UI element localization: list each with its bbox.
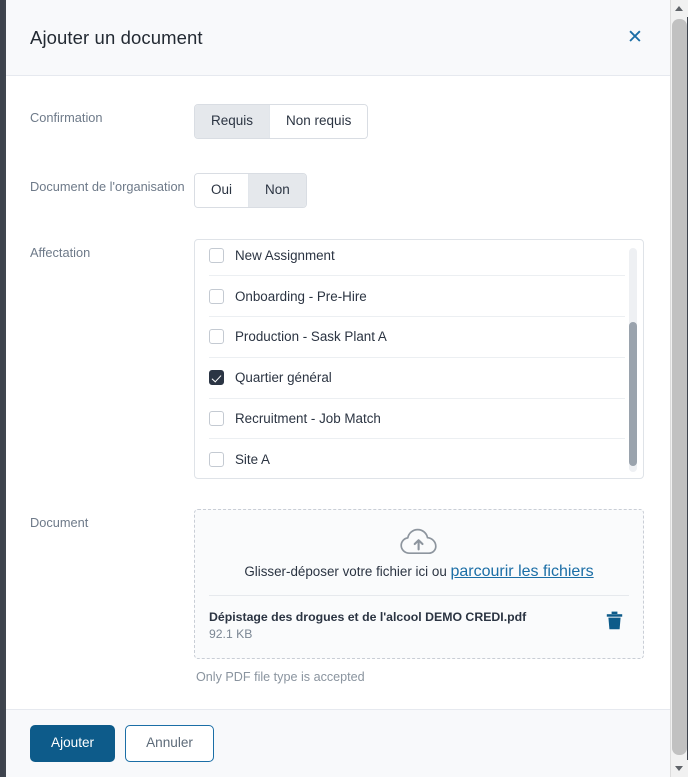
scroll-up-arrow-icon[interactable] [671,0,688,17]
checkbox-icon[interactable] [209,248,224,264]
dialog-header: Ajouter un document ✕ [6,0,670,76]
organisation-document-option-oui[interactable]: Oui [195,173,249,207]
scroll-down-arrow-icon[interactable] [671,760,688,777]
trash-icon-glyph [606,611,623,630]
field-affectation: Affectation New Assignment Onboarding - … [30,238,644,479]
list-item-label: Onboarding - Pre-Hire [235,288,367,304]
checkbox-icon-checked[interactable] [209,370,224,386]
document-label: Document [30,514,89,530]
checkbox-icon[interactable] [209,410,224,426]
dropzone-text: Glisser-déposer votre fichier ici ou [244,563,451,579]
uploaded-file-size: 92.1 KB [209,627,253,642]
triangle-down-icon [675,766,683,771]
affectation-list-scroll-area: New Assignment Onboarding - Pre-Hire Pro… [195,240,643,478]
list-item-label: Quartier général [235,370,332,386]
add-document-dialog: Ajouter un document ✕ Confirmation Requi… [4,0,670,777]
affectation-label: Affectation [30,244,91,260]
cloud-upload-icon [400,528,437,554]
organisation-document-label: Document de l'organisation [30,178,185,194]
list-item[interactable]: Site A [209,439,625,478]
file-type-hint: Only PDF file type is accepted [196,669,365,684]
list-item[interactable]: Quartier général [209,358,625,399]
affectation-list: New Assignment Onboarding - Pre-Hire Pro… [194,238,644,479]
list-item-label: Recruitment - Job Match [235,410,381,426]
affectation-list-scrollbar[interactable] [629,247,637,472]
field-organisation-document: Document de l'organisation Oui Non [30,172,644,208]
uploaded-file-row: Dépistage des drogues et de l'alcool DEM… [209,594,629,644]
close-icon[interactable]: ✕ [622,25,648,51]
document-control: Glisser-déposer votre fichier ici ou par… [194,508,644,684]
scrollbar-thumb[interactable] [629,321,637,466]
affectation-control: New Assignment Onboarding - Pre-Hire Pro… [194,238,644,479]
trash-icon[interactable] [606,609,629,633]
list-item[interactable]: Onboarding - Pre-Hire [209,276,625,318]
dialog-title: Ajouter un document [30,26,203,48]
checkbox-icon[interactable] [209,452,224,468]
confirmation-control: Requis Non requis [194,104,644,139]
field-confirmation: Confirmation Requis Non requis [30,104,644,139]
list-item-label: Production - Sask Plant A [235,329,387,345]
list-item[interactable]: Recruitment - Job Match [209,399,625,440]
field-document: Document Glisser-déposer votre fichier i… [30,508,644,684]
organisation-document-toggle-group: Oui Non [194,172,307,208]
browser-scrollbar[interactable] [670,0,688,777]
checkbox-icon[interactable] [209,288,224,304]
dialog-footer: Ajouter Annuler [6,709,670,777]
add-button[interactable]: Ajouter [30,725,116,762]
page-surface: Ajouter un document ✕ Confirmation Requi… [4,0,670,777]
cancel-button[interactable]: Annuler [125,725,214,762]
confirmation-label: Confirmation [30,110,103,125]
organisation-document-control: Oui Non [194,172,644,208]
confirmation-option-non-requis[interactable]: Non requis [269,105,368,138]
dialog-body: Confirmation Requis Non requis Document … [6,76,670,709]
list-item-label: Site A [235,452,270,468]
upload-prompt: Glisser-déposer votre fichier ici ou par… [209,526,629,595]
confirmation-option-requis[interactable]: Requis [195,105,270,138]
triangle-up-icon [675,6,683,11]
browser-scrollbar-thumb[interactable] [672,19,687,755]
uploaded-file-meta: Dépistage des drogues et de l'alcool DEM… [209,609,606,644]
checkbox-icon[interactable] [209,329,224,345]
browse-files-link[interactable]: parcourir les fichiers [451,563,594,580]
browser-viewport: Ajouter un document ✕ Confirmation Requi… [0,0,688,777]
list-item-label: New Assignment [235,248,335,264]
organisation-document-option-non[interactable]: Non [248,173,306,207]
list-item[interactable]: Production - Sask Plant A [209,317,625,358]
confirmation-toggle-group: Requis Non requis [194,104,369,139]
uploaded-file-name: Dépistage des drogues et de l'alcool DEM… [209,609,527,624]
list-item[interactable]: New Assignment [209,240,625,277]
file-dropzone[interactable]: Glisser-déposer votre fichier ici ou par… [194,508,644,659]
